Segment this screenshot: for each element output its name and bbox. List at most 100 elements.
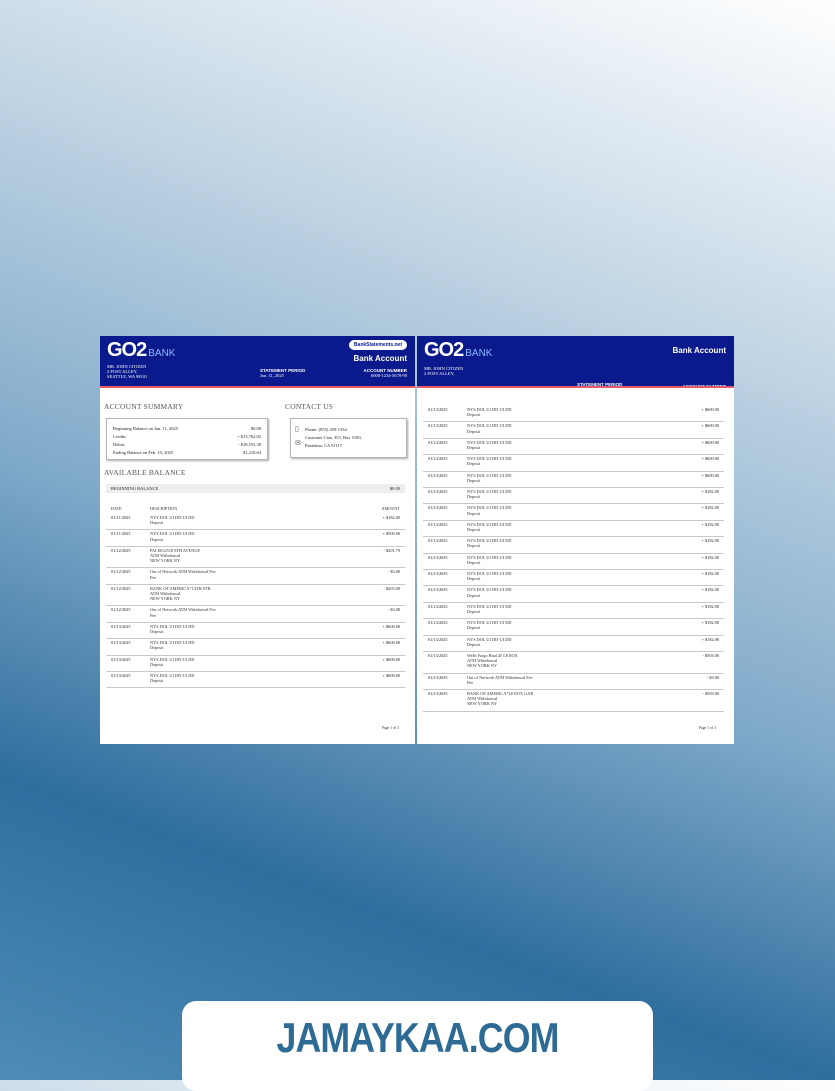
beginning-balance-bar: BEGINNING BALANCE $0.00 bbox=[106, 484, 405, 493]
transaction-description: NYS DOL UI DD-UI DD Deposit bbox=[150, 623, 195, 634]
transaction-amount: + $500.00 bbox=[382, 531, 400, 537]
transaction-row: 01/13/2025 NYS DOL UI DD-UI DD Deposit + $1… bbox=[423, 504, 724, 521]
transaction-amount: + $600.00 bbox=[701, 472, 719, 478]
transaction-row: 01/12/2025 Out of Network ATM Withdrawal … bbox=[106, 606, 405, 623]
summary-row: Debits - $18,553.38 bbox=[113, 442, 261, 447]
transaction-date: 01/12/2025 bbox=[111, 547, 131, 553]
transaction-description: Out of Network ATM Withdrawal Fee Fee bbox=[150, 569, 216, 580]
source-badge: BankStatements.net bbox=[348, 340, 407, 350]
statement-page-1: GO2 BANK BankStatements.net Bank Account … bbox=[100, 336, 415, 744]
transaction-date: 01/13/2025 bbox=[428, 521, 448, 527]
transaction-amount: - $3.00 bbox=[706, 674, 719, 680]
transaction-date: 01/12/2025 bbox=[111, 607, 131, 613]
transaction-description: NYS DOL UI DD-UI DD Deposit bbox=[467, 538, 512, 549]
transaction-amount: - $3.00 bbox=[387, 569, 400, 575]
transaction-description: BANK OF AMERICA*14TH STR ATM Withdrawal NE… bbox=[150, 585, 211, 602]
transaction-description: Out of Network ATM Withdrawal Fee Fee bbox=[150, 607, 216, 618]
transaction-amount: + $182.00 bbox=[701, 538, 719, 544]
account-number-value: 0000-1234-5678-90 bbox=[371, 373, 407, 378]
transaction-date: 01/13/2025 bbox=[428, 554, 448, 560]
summary-row: Ending Balance on Feb. 10, 2025 $1,210.64 bbox=[113, 450, 261, 455]
transaction-amount: - $503.00 bbox=[702, 653, 719, 658]
transaction-amount: + $182.00 bbox=[701, 489, 719, 494]
transaction-amount: + $182.00 bbox=[701, 636, 719, 642]
customer-address: MR. JOHN CITIZEN 2 POST ALLEY, SEATTLE, … bbox=[107, 364, 147, 379]
transaction-description: NYS DOL UI DD-UI DD Deposit bbox=[150, 531, 195, 542]
transaction-date: 01/11/2025 bbox=[111, 515, 131, 520]
customer-address: MR. JOHN CITIZEN 2 POST ALLEY, bbox=[424, 366, 463, 376]
transaction-amount: - $201.79 bbox=[383, 547, 400, 553]
statement-period: STATEMENT PERIOD Jan. 11, 2025 bbox=[260, 368, 305, 378]
transaction-amount: + $182.00 bbox=[701, 603, 719, 609]
transaction-amount: - $503.00 bbox=[702, 691, 719, 696]
transaction-date: 01/13/2025 bbox=[428, 674, 448, 680]
header-stripe bbox=[100, 386, 415, 388]
transaction-amount: + $182.00 bbox=[701, 521, 719, 527]
transaction-date: 01/13/2025 bbox=[111, 673, 131, 678]
transaction-amount: + $182.00 bbox=[701, 587, 719, 593]
transaction-date: 01/13/2025 bbox=[428, 472, 448, 478]
transaction-row: 01/13/2025 NYS DOL UI DD-UI DD Deposit + $6… bbox=[423, 455, 724, 472]
beginning-balance-label: BEGINNING BALANCE bbox=[111, 486, 159, 491]
transaction-row: 01/13/2025 NYS DOL UI DD-UI DD Deposit + $1… bbox=[423, 554, 724, 570]
bank-logo: GO2 BANK bbox=[107, 339, 176, 361]
transaction-row: 01/13/2025 NYS DOL UI DD-UI DD Deposit + $1… bbox=[423, 488, 724, 505]
transaction-amount: + $182.00 bbox=[701, 505, 719, 511]
mailbox-icon: ✉ bbox=[295, 439, 301, 447]
statement-period-value: Jan. 11, 2025 bbox=[260, 373, 284, 378]
transaction-amount: + $182.00 bbox=[382, 515, 400, 520]
transaction-date: 01/11/2025 bbox=[111, 531, 131, 537]
transaction-amount: + $600.00 bbox=[701, 439, 719, 445]
transaction-date: 01/13/2025 bbox=[428, 587, 448, 593]
transaction-description: NYS DOL UI DD-UI DD Deposit bbox=[150, 673, 195, 684]
transaction-row: 01/13/2025 NYS DOL UI DD-UI DD Deposit + $1… bbox=[423, 586, 724, 603]
transaction-description: NYS DOL UI DD-UI DD Deposit bbox=[467, 603, 512, 614]
transaction-description: NYS DOL UI DD-UI DD Deposit bbox=[467, 439, 512, 450]
transaction-date: 01/13/2025 bbox=[428, 439, 448, 445]
transaction-date: 01/13/2025 bbox=[428, 691, 448, 696]
bank-header: GO2 BANK BankStatements.net Bank Account … bbox=[100, 336, 415, 388]
customer-city: SEATTLE, WA 98101 bbox=[107, 374, 148, 379]
contact-care: Customer Care, P.O. Box 5100, bbox=[305, 435, 362, 440]
contact-phone: Phone: (855) 459-1334 bbox=[305, 427, 347, 432]
transaction-date: 01/13/2025 bbox=[428, 489, 448, 494]
contact-city: Pasadena, CA 91117 bbox=[305, 443, 343, 448]
col-amount-header: AMOUNT bbox=[381, 506, 400, 511]
transaction-description: NYS DOL UI DD-UI DD Deposit bbox=[467, 636, 512, 647]
account-number: ACCOUNT NUMBER 0000-1234-5678-90 bbox=[364, 368, 408, 378]
statement-page-2: GO2 BANK Bank Account MR. JOHN CITIZEN 2 … bbox=[417, 336, 734, 744]
transaction-date: 01/13/2025 bbox=[428, 538, 448, 544]
transaction-date: 01/13/2025 bbox=[428, 603, 448, 609]
transaction-date: 01/13/2025 bbox=[428, 407, 448, 412]
transaction-date: 01/12/2025 bbox=[111, 569, 131, 575]
transaction-amount: - $203.00 bbox=[383, 585, 400, 591]
transaction-date: 01/13/2025 bbox=[428, 620, 448, 626]
transaction-description: Out of Network ATM Withdrawal Fee Fee bbox=[467, 674, 533, 685]
transaction-row: 01/13/2025 NYS DOL UI DD-UI DD Deposit + $6… bbox=[106, 623, 405, 640]
bank-header: GO2 BANK Bank Account MR. JOHN CITIZEN 2 … bbox=[417, 336, 734, 389]
beginning-balance-value: $0.00 bbox=[389, 486, 400, 491]
transaction-amount: + $182.00 bbox=[701, 571, 719, 576]
transaction-row: 01/13/2025 NYS DOL UI DD-UI DD Deposit + $6… bbox=[423, 406, 724, 423]
transaction-description: NYS DOL UI DD-UI DD Deposit bbox=[467, 554, 512, 565]
transaction-description: NYS DOL UI DD-UI DD Deposit bbox=[467, 423, 512, 434]
transaction-description: NYS DOL UI DD-UI DD Deposit bbox=[467, 407, 512, 418]
transaction-amount: + $182.00 bbox=[701, 620, 719, 626]
transaction-description: NYS DOL UI DD-UI DD Deposit bbox=[467, 489, 512, 500]
transaction-row: 01/13/2025 NYS DOL UI DD-UI DD Deposit + $1… bbox=[423, 603, 724, 620]
transaction-amount: + $600.00 bbox=[701, 456, 719, 462]
transaction-amount: - $3.00 bbox=[387, 607, 400, 613]
transaction-date: 01/13/2025 bbox=[111, 623, 131, 629]
transaction-description: NYS DOL UI DD-UI DD Deposit bbox=[467, 521, 512, 532]
transaction-row: 01/13/2025 NYS DOL UI DD-UI DD Deposit + $6… bbox=[423, 472, 724, 488]
transaction-date: 01/13/2025 bbox=[428, 423, 448, 429]
transaction-row: 01/13/2025 NYS DOL UI DD-UI DD Deposit + $1… bbox=[423, 521, 724, 538]
transaction-amount: + $600.00 bbox=[701, 407, 719, 412]
transaction-description: NYS DOL UI DD-UI DD Deposit bbox=[467, 456, 512, 467]
header-stripe bbox=[417, 386, 734, 388]
transaction-date: 01/13/2025 bbox=[428, 653, 448, 658]
transaction-amount: + $600.00 bbox=[382, 623, 400, 629]
transaction-row: 01/13/2025 BANK OF AMERICA*LENOX GAR ATM W… bbox=[423, 690, 724, 712]
transaction-amount: + $600.00 bbox=[382, 656, 400, 662]
transaction-description: NYS DOL UI DD-UI DD Deposit bbox=[467, 587, 512, 598]
